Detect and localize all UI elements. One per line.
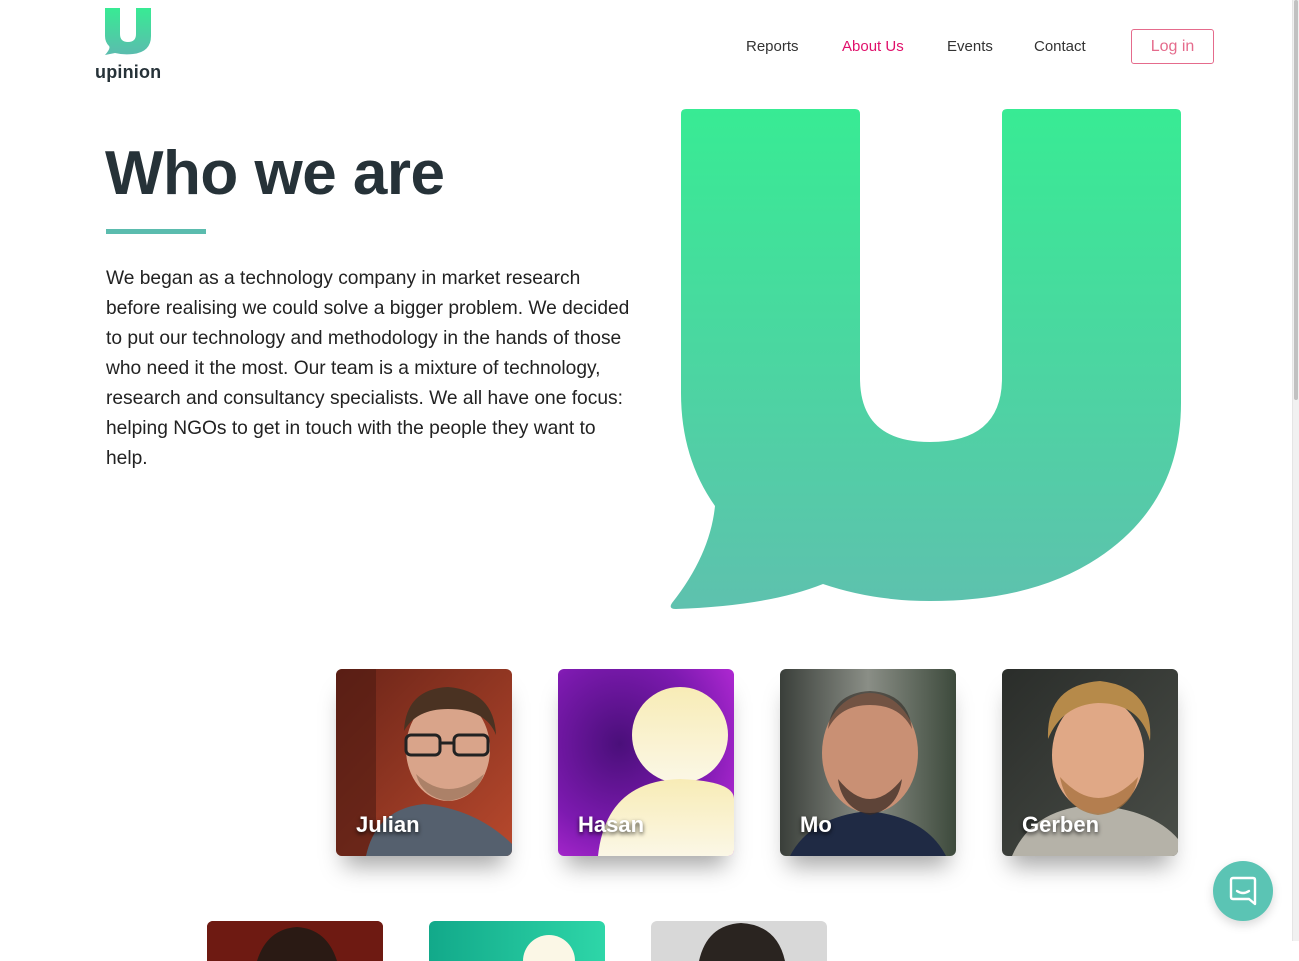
team-card-gerben[interactable]: Gerben bbox=[1002, 669, 1178, 856]
scrollbar-thumb[interactable] bbox=[1294, 0, 1298, 400]
login-button[interactable]: Log in bbox=[1131, 29, 1214, 64]
nav-events[interactable]: Events bbox=[947, 38, 993, 55]
team-member-name: Gerben bbox=[1022, 812, 1100, 837]
nav-about-us[interactable]: About Us bbox=[842, 38, 904, 55]
team-card-partial[interactable] bbox=[207, 921, 383, 961]
upinion-u-illustration bbox=[670, 109, 1181, 609]
nav-contact[interactable]: Contact bbox=[1034, 38, 1086, 55]
team-member-name: Hasan bbox=[578, 812, 645, 837]
logo[interactable]: upinion bbox=[95, 8, 163, 84]
team-card-partial[interactable] bbox=[429, 921, 605, 961]
team-card-mo[interactable]: Mo bbox=[780, 669, 956, 856]
team-photo-partial bbox=[651, 921, 827, 961]
logo-wordmark: upinion bbox=[95, 62, 162, 82]
team-card-julian[interactable]: Julian bbox=[336, 669, 512, 856]
team-member-name: Julian bbox=[356, 812, 420, 837]
page-title: Who we are bbox=[105, 139, 445, 208]
team-card-partial[interactable] bbox=[651, 921, 827, 961]
upinion-logo-icon bbox=[105, 8, 151, 55]
chat-launcher-button[interactable] bbox=[1213, 861, 1273, 921]
team-photo-partial bbox=[207, 921, 383, 961]
intro-paragraph: We began as a technology company in mark… bbox=[106, 268, 630, 469]
team-card-hasan[interactable]: Hasan bbox=[558, 669, 734, 856]
title-underline bbox=[106, 229, 206, 234]
team-member-name: Mo bbox=[800, 812, 832, 837]
nav-reports[interactable]: Reports bbox=[746, 38, 799, 55]
chat-bubble-icon bbox=[1229, 876, 1257, 906]
team-photo-partial bbox=[429, 921, 605, 961]
